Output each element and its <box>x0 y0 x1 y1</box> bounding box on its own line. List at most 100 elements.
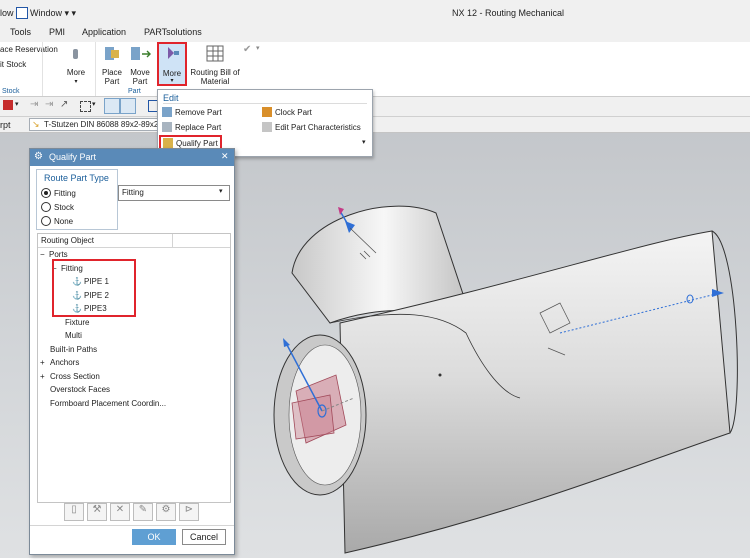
route-part-type-group: Route Part Type Fitting Stock None <box>36 169 118 230</box>
delete-icon[interactable]: ✕ <box>110 503 130 521</box>
title-fragment: low <box>0 8 14 18</box>
menu-tools[interactable]: Tools <box>10 27 31 37</box>
more-stock-label: More <box>66 68 86 77</box>
tree-label: Ports <box>49 250 68 259</box>
radio-fitting-label: Fitting <box>54 188 76 198</box>
chevron-down-icon[interactable]: ▾ <box>362 138 366 146</box>
qualify-part-dialog: ⚙ Qualify Part ✕ Route Part Type Fitting… <box>29 148 235 555</box>
tree-row-anchors[interactable]: + Anchors <box>40 356 79 369</box>
expand-icon[interactable]: + <box>40 372 50 381</box>
cancel-button[interactable]: Cancel <box>182 529 226 545</box>
menu-bar: Tools PMI Application PARTsolutions <box>0 26 750 42</box>
selection-icon[interactable] <box>3 100 13 110</box>
tree-row-formboard[interactable]: Formboard Placement Coordin... <box>50 397 166 410</box>
view-icon[interactable] <box>120 98 136 114</box>
more-part-button[interactable]: More ▾ <box>157 42 187 86</box>
divider <box>163 103 367 104</box>
tab-label: T-Stutzen DIN 86088 89x2-89x2 <box>44 120 159 129</box>
dialog-title-bar[interactable]: ⚙ Qualify Part ✕ <box>30 149 234 166</box>
tab-fragment[interactable]: rpt <box>0 120 11 130</box>
chevron-down-icon: ▾ <box>170 78 174 84</box>
menu-pmi[interactable]: PMI <box>49 27 65 37</box>
menu-partsolutions[interactable]: PARTsolutions <box>144 27 202 37</box>
route-part-type-label: Route Part Type <box>44 173 109 183</box>
part-icon: ↘ <box>32 119 40 129</box>
check-icon: ✔ <box>243 44 252 55</box>
more-dropdown-menu: Edit Remove Part Replace Part Qualify Pa… <box>157 89 373 157</box>
app-title: NX 12 - Routing Mechanical <box>452 8 565 18</box>
replace-part-item[interactable]: Replace Part <box>162 122 221 132</box>
radio-stock-label: Stock <box>54 202 75 212</box>
title-bar: low Window ▾ ▾ NX 12 - Routing Mechanica… <box>0 0 750 26</box>
window-menu[interactable]: Window ▾ ▾ <box>30 8 76 19</box>
place-reservation-button[interactable]: ace Reservation <box>0 45 58 54</box>
tree-label: Anchors <box>50 358 80 367</box>
gear-icon: ⚙ <box>34 151 43 162</box>
tree-label: Built-in Paths <box>50 345 98 354</box>
ok-button[interactable]: OK <box>132 529 176 545</box>
replace-part-icon <box>162 122 172 132</box>
collapse-icon[interactable]: − <box>40 250 49 259</box>
quick-toolbar: ▾ ⇥ ⇥ ↗ ▾ <box>0 97 750 117</box>
tree-row-cross-section[interactable]: + Cross Section <box>40 370 100 383</box>
more-icon <box>168 47 179 59</box>
remove-part-label: Remove Part <box>175 107 222 117</box>
radio-fitting[interactable]: Fitting <box>41 188 76 198</box>
ribbon-separator <box>42 42 43 96</box>
move-part-button[interactable]: Move Part <box>126 44 154 94</box>
close-icon[interactable]: ✕ <box>221 151 229 162</box>
qualify-part-label: Qualify Part <box>176 138 218 148</box>
tree-row-overstock-faces[interactable]: Overstock Faces <box>50 383 110 396</box>
snap-icon[interactable]: ↗ <box>60 99 68 110</box>
more-icon <box>73 49 78 59</box>
menu-application[interactable]: Application <box>82 27 126 37</box>
tree-label: Fixture <box>65 318 90 327</box>
edit-part-characteristics-label: Edit Part Characteristics <box>275 122 361 132</box>
clock-part-item[interactable]: Clock Part <box>262 107 312 117</box>
wrench-icon[interactable]: ⚒ <box>87 503 107 521</box>
radio-none-label: None <box>54 216 74 226</box>
box-select-icon[interactable] <box>80 101 91 112</box>
chevron-down-icon[interactable]: ▾ <box>15 100 19 108</box>
routing-bom-button[interactable]: Routing Bill of Material <box>190 44 240 94</box>
filter-icon[interactable]: ⇥ <box>30 99 38 110</box>
label-icon[interactable]: ⊳ <box>179 503 199 521</box>
radio-stock[interactable]: Stock <box>41 202 74 212</box>
fitting-select-value: Fitting <box>122 188 144 197</box>
tree-row-multi[interactable]: Multi <box>65 329 82 342</box>
move-part-icon <box>131 47 151 60</box>
highlight-box <box>52 259 136 317</box>
edit-icon[interactable]: ✎ <box>133 503 153 521</box>
edit-group-header: Edit <box>163 93 179 103</box>
expand-icon[interactable]: + <box>40 358 50 367</box>
tree-row-fixture[interactable]: Fixture <box>65 316 89 329</box>
tree-action-toolbar: ▯ ⚒ ✕ ✎ ⚙ ⊳ <box>64 501 200 521</box>
chevron-down-icon[interactable]: ▾ <box>256 44 260 52</box>
edit-characteristics-icon <box>262 122 272 132</box>
view-icon[interactable] <box>104 98 120 114</box>
fitting-select[interactable]: Fitting ▾ <box>118 185 230 201</box>
window-icon <box>16 7 28 19</box>
move-part-label: Move Part <box>130 68 150 86</box>
ribbon: ace Reservation it Stock Stock More ▾ Pl… <box>0 42 750 97</box>
new-icon[interactable]: ▯ <box>64 503 84 521</box>
tree-row-built-in-paths[interactable]: Built-in Paths <box>50 343 97 356</box>
remove-part-item[interactable]: Remove Part <box>162 107 222 117</box>
part-group-label: Part <box>128 88 141 95</box>
chevron-down-icon: ▾ <box>74 79 78 85</box>
radio-none[interactable]: None <box>41 216 73 226</box>
routing-bom-label: Routing Bill of Material <box>190 68 240 86</box>
filter-icon[interactable]: ⇥ <box>45 99 53 110</box>
chevron-down-icon[interactable]: ▾ <box>92 100 96 108</box>
tree-label: Overstock Faces <box>50 385 111 394</box>
more-stock-button[interactable]: More ▾ <box>60 44 92 94</box>
edit-stock-button[interactable]: it Stock <box>0 60 26 69</box>
tab-active-part[interactable]: ↘ T-Stutzen DIN 86088 89x2-89x2 <box>29 118 164 131</box>
tree-header-label: Routing Object <box>41 236 94 245</box>
edit-part-characteristics-item[interactable]: Edit Part Characteristics <box>262 122 361 132</box>
chevron-down-icon: ▾ <box>219 188 223 195</box>
tree-header: Routing Object <box>38 234 230 248</box>
document-tab-row: rpt ↘ T-Stutzen DIN 86088 89x2-89x2 <box>0 117 750 133</box>
tool-icon[interactable]: ⚙ <box>156 503 176 521</box>
radio-icon <box>41 216 51 226</box>
